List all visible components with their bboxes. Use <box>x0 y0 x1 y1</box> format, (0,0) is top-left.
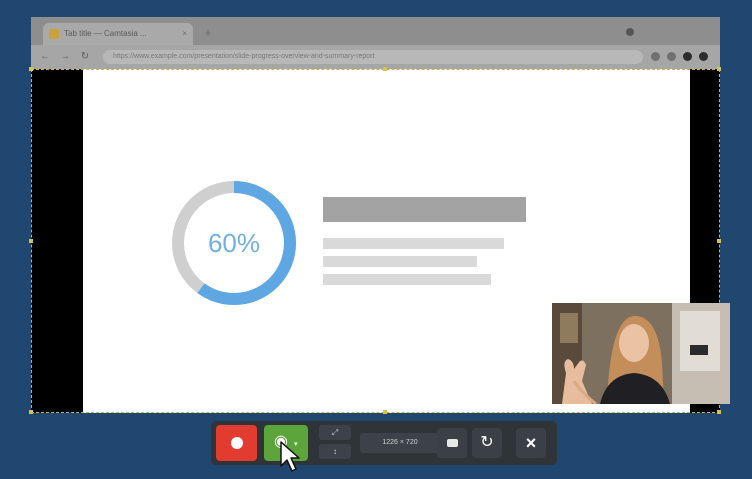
slide-title-placeholder <box>323 197 526 222</box>
resize-handle[interactable] <box>29 239 33 243</box>
record-icon <box>231 437 243 449</box>
letterbox-left <box>31 69 83 413</box>
snapshot-icon <box>446 438 458 447</box>
new-tab-button[interactable]: + <box>201 23 215 43</box>
back-icon[interactable]: ← <box>39 51 51 63</box>
slide-text-placeholder <box>323 274 491 285</box>
extension-icon[interactable] <box>683 52 692 61</box>
browser-tab[interactable]: Tab title — Camtasia ... × <box>43 23 193 45</box>
window-control-icon[interactable] <box>626 28 634 36</box>
address-bar[interactable]: https://www.example.com/presentation/sli… <box>103 50 643 64</box>
reload-icon[interactable]: ↻ <box>79 51 91 63</box>
resize-handle[interactable] <box>717 67 721 71</box>
bookmark-icon[interactable] <box>667 52 676 61</box>
extension-icon[interactable] <box>651 52 660 61</box>
resize-handle[interactable] <box>29 410 33 414</box>
dimensions-field[interactable]: 1226 × 720 <box>360 433 440 453</box>
resize-handle[interactable] <box>383 410 387 414</box>
reset-button[interactable]: ↻ <box>472 428 502 458</box>
snapshot-button[interactable] <box>437 428 467 458</box>
record-button[interactable] <box>216 425 257 461</box>
resize-handle[interactable] <box>717 239 721 243</box>
resize-handle[interactable] <box>717 410 721 414</box>
resize-width-button[interactable]: ⤢ <box>319 425 351 440</box>
slide-text-placeholder <box>323 256 477 267</box>
webcam-preview[interactable] <box>552 303 730 404</box>
region-size-controls: ⤢ ↕ <box>315 425 355 461</box>
tab-title: Tab title — Camtasia ... <box>64 29 147 38</box>
browser-tabstrip: Tab title — Camtasia ... × + <box>31 17 720 45</box>
profile-icon[interactable] <box>699 52 708 61</box>
slide-text-placeholder <box>323 238 504 249</box>
forward-icon[interactable]: → <box>59 51 71 63</box>
favicon-icon <box>49 28 59 39</box>
mouse-cursor-icon <box>280 441 300 472</box>
resize-handle[interactable] <box>29 67 33 71</box>
tab-close-icon[interactable]: × <box>182 23 187 45</box>
progress-percent-label: 60% <box>207 227 261 258</box>
browser-toolbar: ← → ↻ https://www.example.com/presentati… <box>31 45 720 69</box>
resize-height-button[interactable]: ↕ <box>319 444 351 459</box>
close-button[interactable]: × <box>516 428 546 458</box>
recording-toolbar: ◉ ▾ ⤢ ↕ 1226 × 720 ↻ × <box>211 421 557 465</box>
webcam-person-image <box>552 303 730 404</box>
resize-handle[interactable] <box>383 67 387 71</box>
